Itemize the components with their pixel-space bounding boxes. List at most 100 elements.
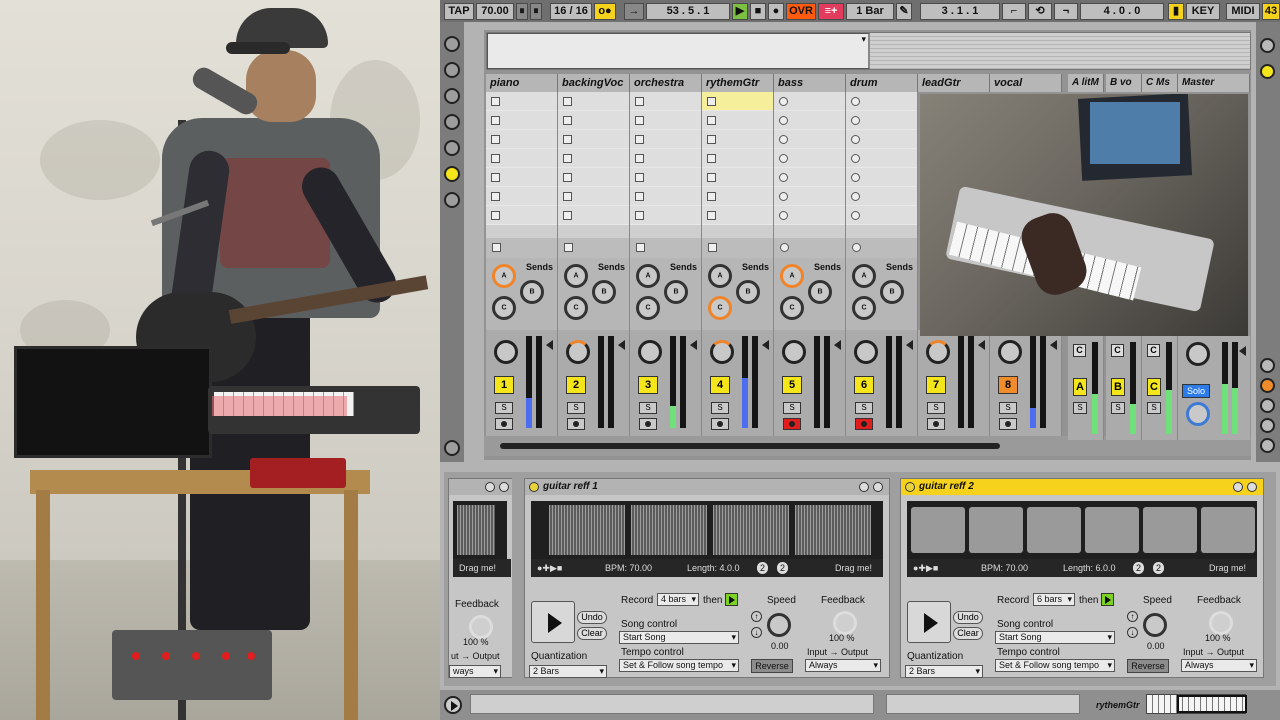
send-a-knob[interactable]: A	[852, 264, 876, 288]
close-icon[interactable]	[499, 482, 509, 492]
undo-button[interactable]: Undo	[577, 611, 607, 624]
clear-button[interactable]: Clear	[953, 627, 983, 640]
clip-slot[interactable]	[702, 111, 773, 130]
clip-slot[interactable]	[774, 168, 845, 187]
clip-slot[interactable]	[630, 92, 701, 111]
volume-slider-arrow[interactable]	[978, 340, 985, 350]
clip-record-circle-icon[interactable]	[851, 211, 860, 220]
clip-stop-square-icon[interactable]	[491, 211, 500, 220]
midi-map-button[interactable]: MIDI	[1226, 3, 1260, 20]
cue-volume-knob[interactable]	[1186, 402, 1210, 426]
key-map-button[interactable]: KEY	[1186, 3, 1220, 20]
record-icon[interactable]: ●	[768, 3, 784, 20]
send-b-knob[interactable]: B	[880, 280, 904, 304]
clip-stop-square-icon[interactable]	[635, 135, 644, 144]
clip-stop-square-icon[interactable]	[635, 116, 644, 125]
track-header-2[interactable]: backingVoc	[558, 74, 630, 92]
clip-record-circle-icon[interactable]	[851, 192, 860, 201]
clip-stop-square-icon[interactable]	[563, 154, 572, 163]
clip-record-circle-icon[interactable]	[851, 173, 860, 182]
send-c-knob[interactable]: C	[852, 296, 876, 320]
return-track-header-c[interactable]: C Ms	[1142, 74, 1178, 92]
clip-slot[interactable]	[774, 92, 845, 111]
pan-knob[interactable]	[854, 340, 878, 364]
clip-stop-square-icon[interactable]	[635, 211, 644, 220]
send-c-knob[interactable]: C	[780, 296, 804, 320]
return-pan-icon[interactable]: C	[1073, 344, 1086, 357]
volume-slider-arrow[interactable]	[834, 340, 841, 350]
speed-up-icon[interactable]: ↑	[751, 611, 762, 622]
send-b-knob[interactable]: B	[808, 280, 832, 304]
clip-stop-square-icon[interactable]	[491, 192, 500, 201]
volume-slider-arrow[interactable]	[1050, 340, 1057, 350]
clip-slot[interactable]	[630, 111, 701, 130]
song-control-select[interactable]: Start Song	[995, 631, 1115, 644]
speed-down-icon[interactable]: ↓	[1127, 627, 1138, 638]
clip-stop-square-icon[interactable]	[563, 116, 572, 125]
clip-stop-button[interactable]	[630, 238, 702, 258]
return-pan-icon[interactable]: C	[1147, 344, 1160, 357]
clip-stop-square-icon[interactable]	[635, 97, 644, 106]
session-overview[interactable]	[486, 32, 1251, 70]
stop-icon[interactable]	[636, 243, 645, 252]
arm-record-button[interactable]	[495, 418, 513, 430]
fold-device-icon[interactable]	[873, 482, 883, 492]
nudge-down-icon[interactable]: ⏸	[516, 3, 528, 20]
pan-knob[interactable]	[494, 340, 518, 364]
solo-button[interactable]: S	[927, 402, 945, 414]
arm-record-button[interactable]	[927, 418, 945, 430]
clip-slot[interactable]	[486, 130, 557, 149]
clip-slot[interactable]	[702, 149, 773, 168]
send-a-knob[interactable]: A	[780, 264, 804, 288]
track-activator-3[interactable]: 3	[638, 376, 658, 394]
clip-stop-square-icon[interactable]	[635, 173, 644, 182]
feedback-knob[interactable]	[833, 611, 857, 635]
master-volume-arrow[interactable]	[1239, 346, 1246, 356]
looper-play-button[interactable]	[531, 601, 575, 643]
clip-slot[interactable]	[558, 92, 629, 111]
stop-icon[interactable]	[564, 243, 573, 252]
solo-button[interactable]: S	[1111, 402, 1125, 414]
clip-slot[interactable]	[774, 187, 845, 206]
mixer-toggle-icon[interactable]	[1260, 418, 1275, 433]
draw-mode-icon[interactable]: ✎	[896, 3, 912, 20]
clip-record-circle-icon[interactable]	[779, 97, 788, 106]
clip-stop-button[interactable]	[558, 238, 630, 258]
return-pan-icon[interactable]: C	[1111, 344, 1124, 357]
clip-stop-button[interactable]	[486, 238, 558, 258]
speed-down-icon[interactable]: ↓	[751, 627, 762, 638]
loop-start-field[interactable]: 3 . 1 . 1	[920, 3, 1000, 20]
hot-swap-icon[interactable]	[444, 192, 460, 208]
reverse-button[interactable]: Reverse	[751, 659, 793, 673]
stop-icon[interactable]	[852, 243, 861, 252]
clip-stop-square-icon[interactable]	[707, 173, 716, 182]
clip-slot[interactable]	[846, 149, 917, 168]
clip-stop-square-icon[interactable]	[707, 97, 716, 106]
drag-me-label[interactable]: Drag me!	[1209, 559, 1246, 577]
send-b-knob[interactable]: B	[736, 280, 760, 304]
volume-slider-arrow[interactable]	[906, 340, 913, 350]
tempo-field[interactable]: 70.00	[476, 3, 514, 20]
clip-record-circle-icon[interactable]	[851, 97, 860, 106]
places-folder-1-icon[interactable]	[444, 114, 460, 130]
track-activator-1[interactable]: 1	[494, 376, 514, 394]
clip-slot[interactable]	[702, 187, 773, 206]
speed-knob[interactable]	[767, 613, 791, 637]
send-c-knob[interactable]: C	[636, 296, 660, 320]
clip-record-circle-icon[interactable]	[779, 135, 788, 144]
speed-knob[interactable]	[1143, 613, 1167, 637]
send-b-knob[interactable]: B	[520, 280, 544, 304]
solo-button[interactable]: S	[639, 402, 657, 414]
save-preset-icon[interactable]	[1233, 482, 1243, 492]
clip-slot[interactable]	[846, 206, 917, 225]
crossfader-toggle-icon[interactable]	[1260, 438, 1275, 453]
return-track-header-b[interactable]: B vo	[1106, 74, 1142, 92]
clip-slot[interactable]	[630, 187, 701, 206]
arm-record-button[interactable]	[855, 418, 873, 430]
punch-in-icon[interactable]: ⌐	[1002, 3, 1026, 20]
clip-stop-button[interactable]	[774, 238, 846, 258]
plugins-icon[interactable]	[444, 88, 460, 104]
halve-length-button[interactable]: 2	[757, 562, 769, 574]
tempo-control-select[interactable]: Set & Follow song tempo	[619, 659, 739, 672]
clip-slot[interactable]	[774, 149, 845, 168]
